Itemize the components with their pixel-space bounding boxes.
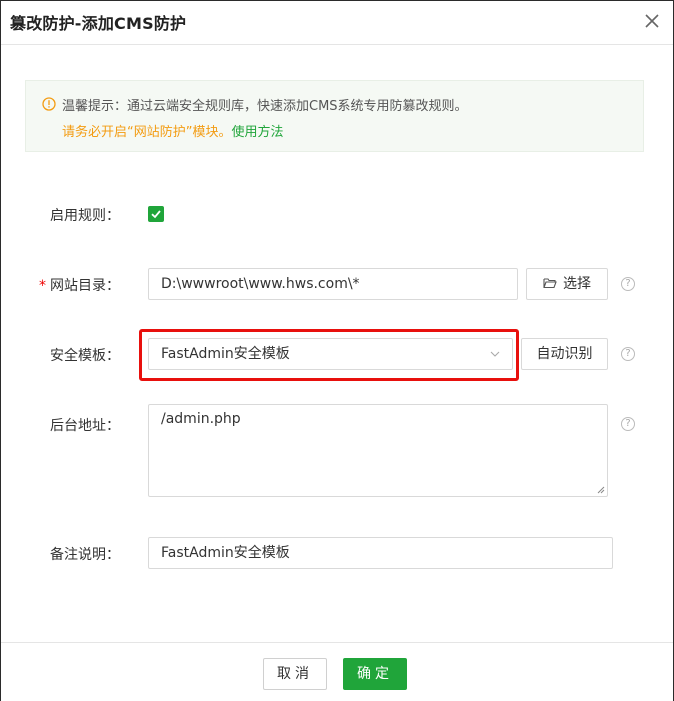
highlight-box <box>139 329 519 381</box>
usage-link[interactable]: 使用方法 <box>231 125 283 140</box>
enable-rule-checkbox[interactable] <box>148 206 164 222</box>
select-dir-button[interactable]: 选择 <box>526 268 608 300</box>
dialog-titlebar: 篡改防护-添加CMS防护 <box>1 1 673 45</box>
required-mark: * <box>39 278 46 294</box>
remark-input[interactable]: FastAdmin安全模板 <box>148 537 613 569</box>
site-dir-label: * 网站目录： <box>30 275 120 295</box>
tip-warning-line: 请务必开启“网站防护”模块。使用方法 <box>62 121 284 140</box>
help-icon[interactable]: ? <box>621 277 635 291</box>
tip-banner: 温馨提示：通过云端安全规则库，快速添加CMS系统专用防篡改规则。 请务必开启“网… <box>25 80 644 152</box>
resize-handle-icon[interactable] <box>597 486 605 494</box>
help-icon[interactable]: ? <box>621 417 635 431</box>
close-icon[interactable] <box>641 10 663 32</box>
backend-label: 后台地址： <box>50 418 120 434</box>
confirm-button[interactable]: 确定 <box>343 658 407 690</box>
select-dir-button-label: 选择 <box>563 276 591 292</box>
cancel-button[interactable]: 取消 <box>263 658 327 690</box>
remark-label: 备注说明： <box>50 547 120 563</box>
backend-address-textarea[interactable]: /admin.php <box>148 404 608 497</box>
enable-rule-label: 启用规则： <box>50 208 120 224</box>
add-cms-protection-dialog: 篡改防护-添加CMS防护 温馨提示：通过云端安全规则库，快速添加CMS系统专用防… <box>0 0 674 701</box>
help-icon[interactable]: ? <box>621 347 635 361</box>
tip-warning-text: 请务必开启“网站防护”模块。 <box>62 125 232 140</box>
check-icon <box>151 210 161 219</box>
folder-icon <box>543 278 557 289</box>
dialog-title: 篡改防护-添加CMS防护 <box>10 14 187 33</box>
dialog-footer <box>1 642 673 701</box>
backend-address-value: /admin.php <box>161 411 241 427</box>
template-label: 安全模板： <box>50 348 120 364</box>
tip-text: 温馨提示：通过云端安全规则库，快速添加CMS系统专用防篡改规则。 <box>62 99 468 114</box>
site-dir-label-text: 网站目录： <box>50 278 120 294</box>
info-circle-icon <box>42 97 56 111</box>
auto-detect-button[interactable]: 自动识别 <box>521 338 608 370</box>
site-dir-input[interactable]: D:\wwwroot\www.hws.com\* <box>148 268 518 300</box>
